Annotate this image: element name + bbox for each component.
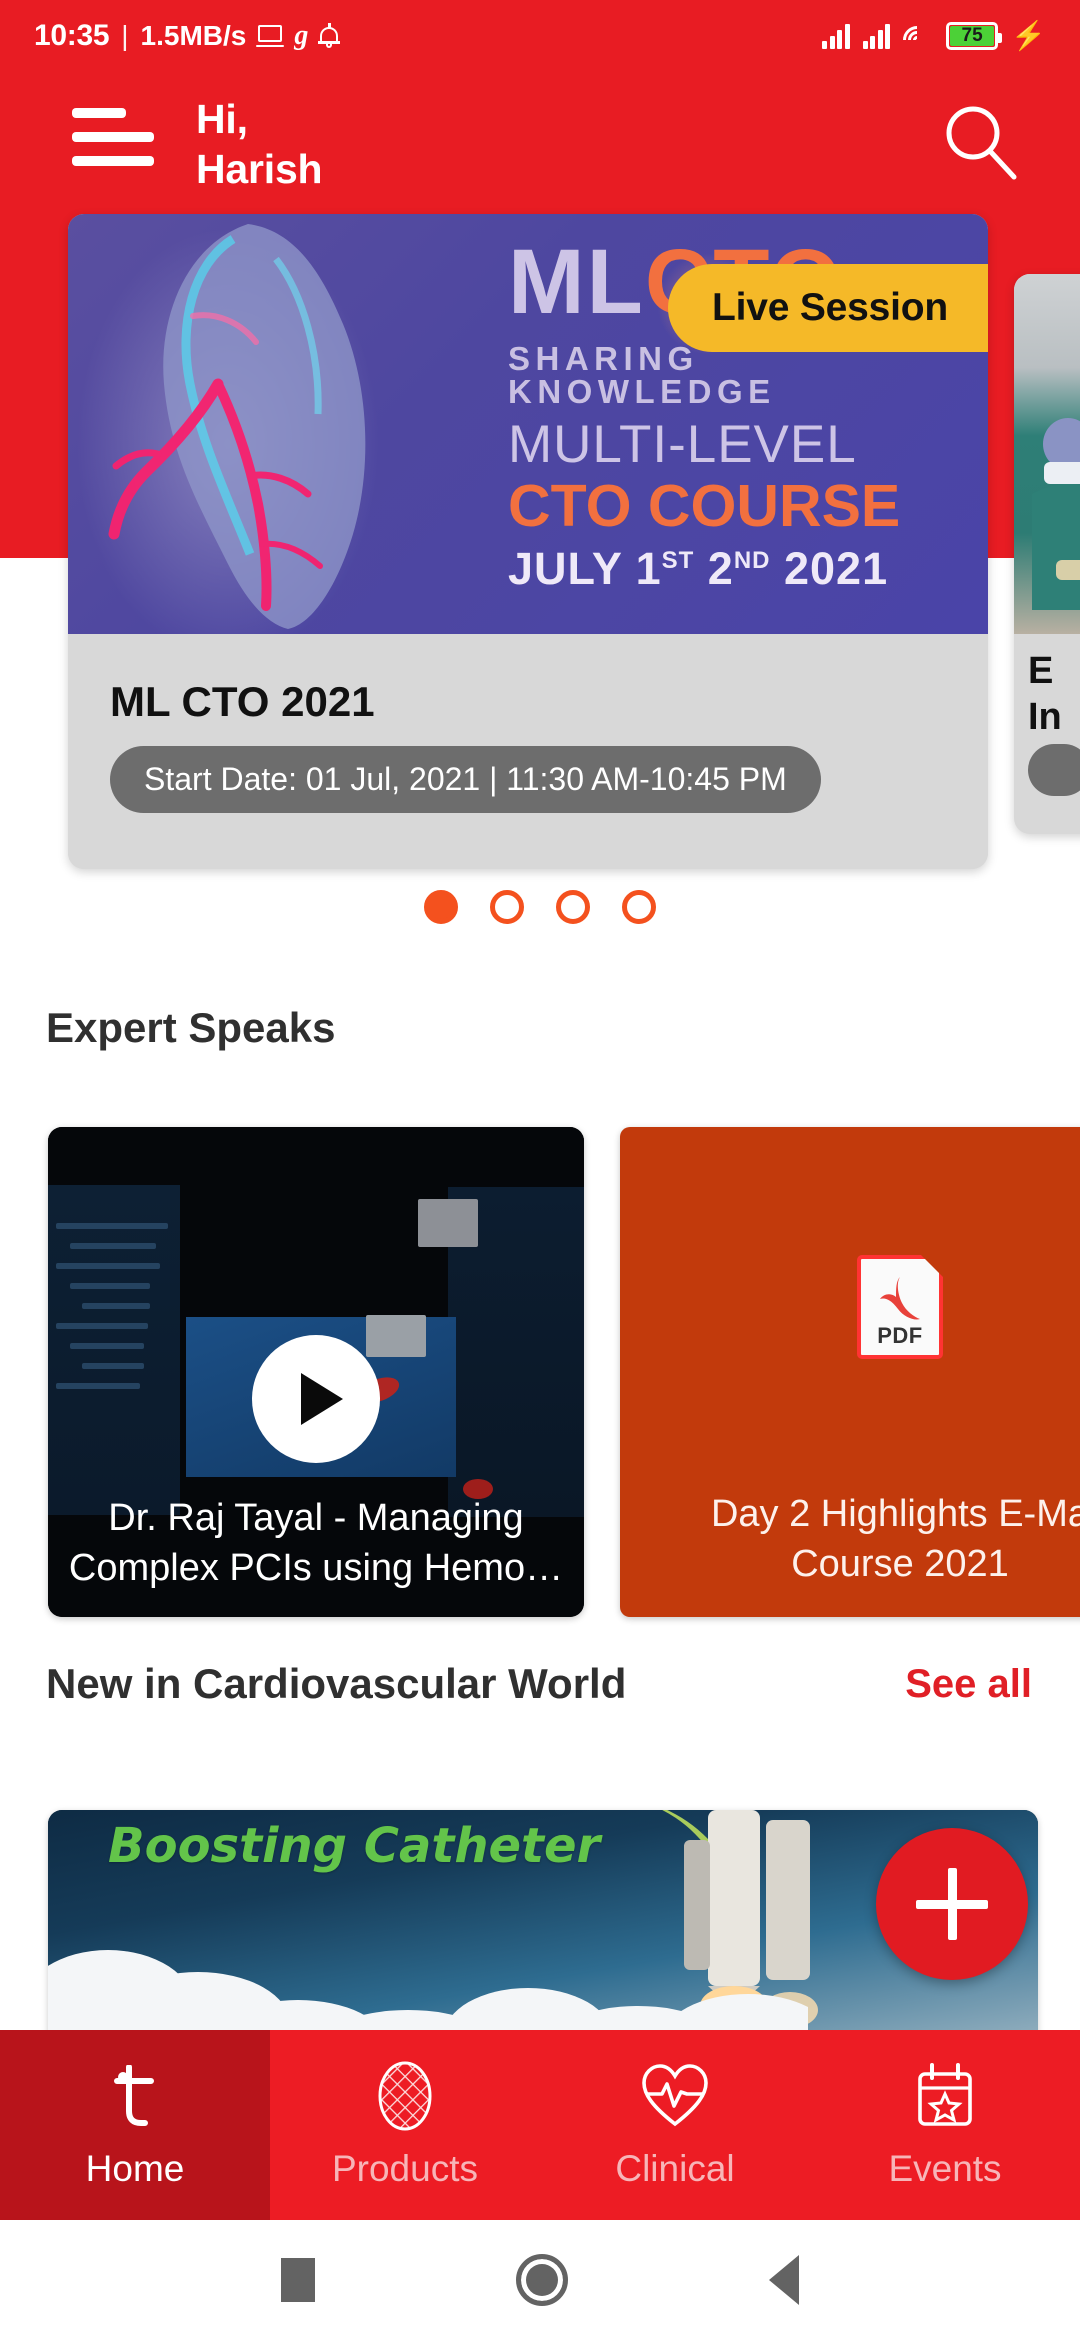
video-slide-lines <box>56 1223 176 1403</box>
nav-item-clinical[interactable]: Clinical <box>540 2030 810 2220</box>
article-title: Boosting Catheter <box>108 1818 601 1874</box>
status-bar-right: 75 ⚡ <box>822 20 1046 60</box>
carousel-peek-title: E In <box>1028 648 1062 741</box>
pdf-caption-line2: Course 2021 <box>791 1542 1009 1585</box>
system-navigation-bar[interactable] <box>0 2220 1080 2340</box>
pdf-label: PDF <box>877 1323 923 1348</box>
play-button-icon[interactable] <box>252 1335 380 1463</box>
nav-item-home[interactable]: Home <box>0 2030 270 2220</box>
video-speaker-thumb <box>418 1199 478 1247</box>
carousel-peek-date-pill <box>1028 744 1080 796</box>
expert-video-card[interactable]: Dr. Raj Tayal - Managing Complex PCIs us… <box>48 1127 584 1617</box>
banner-dates: JULY 1ST 2ND 2021 <box>508 546 978 591</box>
stent-mesh-icon <box>374 2060 436 2132</box>
carousel-peek-image <box>1014 274 1080 634</box>
expert-pdf-card[interactable]: PDF Day 2 Highlights E-Ma Course 2021 <box>620 1127 1080 1617</box>
expert-pdf-caption: Day 2 Highlights E-Ma Course 2021 <box>620 1489 1080 1589</box>
pdf-file-icon: PDF <box>857 1255 943 1359</box>
nav-label-events: Events <box>888 2148 1002 2189</box>
calendar-star-icon <box>915 2060 975 2132</box>
video-caption-line2: Complex PCIs using Hemo… <box>68 1546 564 1589</box>
carousel-dot-4[interactable] <box>622 890 656 924</box>
status-separator: | <box>121 20 129 51</box>
status-bar: 10:35 | 1.5MB/s g 75 ⚡ <box>0 0 1080 72</box>
see-all-link[interactable]: See all <box>905 1662 1032 1707</box>
carousel-dot-2[interactable] <box>490 890 524 924</box>
square-recents-icon[interactable] <box>280 2258 315 2302</box>
banner-date-2: 2 <box>694 543 734 594</box>
status-bar-left: 10:35 | 1.5MB/s g <box>34 19 822 53</box>
circle-home-icon[interactable] <box>515 2254 568 2306</box>
banner-date-sup2: ND <box>733 547 771 574</box>
nav-label-clinical: Clinical <box>615 2148 735 2189</box>
battery-percent: 75 <box>961 25 983 46</box>
peek-title-line1: E <box>1028 650 1054 692</box>
terumo-logo-icon <box>111 2060 159 2132</box>
search-icon[interactable] <box>938 100 1022 184</box>
greeting-line2: Harish <box>196 146 323 193</box>
acrobat-swirl-icon <box>880 1277 920 1320</box>
banner-course: CTO COURSE <box>508 473 901 539</box>
carousel-slide-body: ML CTO 2021 Start Date: 01 Jul, 2021 | 1… <box>68 634 988 869</box>
heart-pulse-icon <box>640 2060 710 2132</box>
banner-logo-ml: ML <box>508 231 645 333</box>
greeting-line1: Hi, <box>196 96 248 142</box>
nav-label-home: Home <box>85 2148 185 2189</box>
expert-speaks-list[interactable]: Dr. Raj Tayal - Managing Complex PCIs us… <box>0 1127 1080 1617</box>
live-session-badge[interactable]: Live Session <box>667 264 988 352</box>
banner-date-sup1: ST <box>661 547 695 574</box>
laptop-cast-icon <box>256 25 285 47</box>
surgeon-illustration <box>1032 418 1080 610</box>
video-pip-speaker <box>366 1315 426 1357</box>
network-speed: 1.5MB/s <box>140 20 247 51</box>
nav-item-products[interactable]: Products <box>270 2030 540 2220</box>
triangle-back-icon[interactable] <box>769 2255 800 2305</box>
banner-multilevel: MULTI-LEVEL <box>508 415 857 474</box>
expert-video-caption: Dr. Raj Tayal - Managing Complex PCIs us… <box>48 1494 584 1593</box>
banner-date-year: 2021 <box>770 543 889 594</box>
status-time: 10:35 <box>34 19 110 52</box>
bottom-navigation[interactable]: Home Products Clinical Events <box>0 2030 1080 2220</box>
signal-bars-icon-2 <box>862 23 891 49</box>
carousel-dot-3[interactable] <box>556 890 590 924</box>
peek-title-line2: In <box>1028 696 1062 739</box>
plus-icon[interactable] <box>876 1828 1028 1980</box>
event-title: ML CTO 2021 <box>110 678 375 725</box>
video-caption-line1: Dr. Raj Tayal - Managing <box>108 1497 524 1540</box>
charging-bolt-icon: ⚡ <box>1011 20 1046 51</box>
banner-date-1: JULY 1 <box>508 543 662 594</box>
event-carousel[interactable]: E In MLCTO SHARING KNOWLEDGE MULTI-LEVEL <box>0 214 1080 924</box>
new-in-cv-world-heading: New in Cardiovascular World <box>46 1660 627 1707</box>
notification-bell-icon <box>318 23 341 49</box>
carousel-dot-1[interactable] <box>424 890 458 924</box>
wifi-icon <box>897 20 937 60</box>
signal-bars-icon-1 <box>822 23 850 49</box>
pdf-caption-line1: Day 2 Highlights E-Ma <box>710 1492 1080 1535</box>
greeting: Hi, Harish <box>196 94 323 194</box>
carousel-dots[interactable] <box>0 890 1080 924</box>
g-app-icon: g <box>294 20 309 51</box>
hamburger-menu-icon[interactable] <box>72 108 154 180</box>
clouds-illustration <box>48 1950 808 2050</box>
battery-icon: 75 <box>946 22 1003 50</box>
expert-speaks-heading: Expert Speaks <box>46 1004 336 1051</box>
nav-item-events[interactable]: Events <box>810 2030 1080 2220</box>
heart-illustration <box>108 224 366 629</box>
nav-label-products: Products <box>331 2148 478 2189</box>
event-date-pill: Start Date: 01 Jul, 2021 | 11:30 AM-10:4… <box>110 746 821 813</box>
carousel-slide-next[interactable]: E In <box>1014 274 1080 834</box>
carousel-slide-active[interactable]: MLCTO SHARING KNOWLEDGE MULTI-LEVEL CTO … <box>68 214 988 869</box>
